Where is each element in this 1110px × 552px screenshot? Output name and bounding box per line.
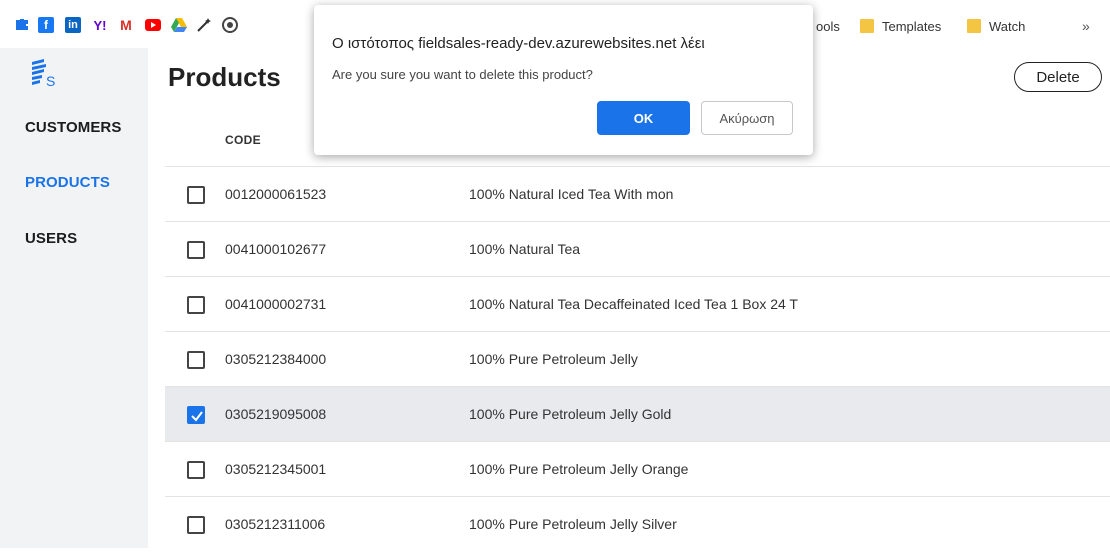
dialog-title: Ο ιστότοπος fieldsales-ready-dev.azurewe… bbox=[332, 35, 705, 52]
app-logo[interactable]: S bbox=[30, 58, 60, 92]
table-row-selected[interactable]: 0305219095008 100% Pure Petroleum Jelly … bbox=[165, 387, 1110, 442]
yahoo-icon[interactable]: Y! bbox=[92, 17, 108, 33]
bookmark-label: ools bbox=[816, 18, 840, 34]
row-checkbox[interactable] bbox=[187, 461, 205, 479]
product-code: 0305219095008 bbox=[225, 406, 327, 422]
gmail-icon[interactable]: M bbox=[118, 17, 134, 33]
bookmark-label: Templates bbox=[882, 18, 942, 34]
facebook-icon[interactable]: f bbox=[38, 17, 54, 33]
table-row[interactable]: 0305212345001 100% Pure Petroleum Jelly … bbox=[165, 442, 1110, 497]
product-code: 0012000061523 bbox=[225, 186, 327, 202]
product-code: 0305212345001 bbox=[225, 461, 327, 477]
product-code: 0041000102677 bbox=[225, 241, 327, 257]
delete-button[interactable]: Delete bbox=[1014, 62, 1102, 92]
facebook-label: f bbox=[44, 18, 48, 32]
dialog-message: Are you sure you want to delete this pro… bbox=[332, 67, 593, 82]
row-checkbox[interactable] bbox=[187, 296, 205, 314]
bookmark-folder-watch[interactable]: Watch bbox=[967, 18, 1025, 34]
bookmark-label: Watch bbox=[989, 18, 1026, 34]
magic-wand-icon[interactable] bbox=[196, 17, 212, 33]
table-row[interactable]: 0305212311006 100% Pure Petroleum Jelly … bbox=[165, 497, 1110, 552]
product-description: 100% Pure Petroleum Jelly Gold bbox=[469, 406, 672, 422]
column-header-code[interactable]: CODE bbox=[225, 133, 261, 147]
extension-icon[interactable] bbox=[14, 17, 30, 33]
yahoo-label: Y! bbox=[93, 17, 107, 33]
confirm-dialog: Ο ιστότοπος fieldsales-ready-dev.azurewe… bbox=[314, 5, 813, 155]
folder-icon bbox=[967, 19, 981, 33]
linkedin-label: in bbox=[68, 19, 78, 31]
table-row[interactable]: 0012000061523 100% Natural Iced Tea With… bbox=[165, 167, 1110, 222]
google-drive-icon[interactable] bbox=[171, 17, 187, 33]
bookmark-folder-tools[interactable]: ools bbox=[816, 18, 840, 34]
row-checkbox[interactable] bbox=[187, 351, 205, 369]
row-checkbox[interactable] bbox=[187, 241, 205, 259]
product-description: 100% Pure Petroleum Jelly bbox=[469, 351, 638, 367]
sidebar-item-users[interactable]: USERS bbox=[25, 230, 77, 247]
product-description: 100% Natural Tea Decaffeinated Iced Tea … bbox=[469, 296, 798, 312]
product-description: 100% Pure Petroleum Jelly Silver bbox=[469, 516, 677, 532]
page-title: Products bbox=[168, 62, 281, 92]
linkedin-icon[interactable]: in bbox=[65, 17, 81, 33]
product-code: 0041000002731 bbox=[225, 296, 327, 312]
product-code: 0305212384000 bbox=[225, 351, 327, 367]
chrome-icon[interactable] bbox=[222, 17, 238, 33]
table-row[interactable]: 0305212384000 100% Pure Petroleum Jelly bbox=[165, 332, 1110, 387]
sidebar-item-products[interactable]: PRODUCTS bbox=[25, 174, 110, 191]
folder-icon bbox=[860, 19, 874, 33]
checkmark-icon bbox=[191, 411, 203, 422]
cancel-button[interactable]: Ακύρωση bbox=[701, 101, 793, 135]
row-checkbox[interactable] bbox=[187, 516, 205, 534]
product-code: 0305212311006 bbox=[225, 516, 326, 532]
product-description: 100% Natural Tea bbox=[469, 241, 581, 257]
logo-letter: S bbox=[46, 73, 56, 89]
product-description: 100% Natural Iced Tea With mon bbox=[469, 186, 674, 202]
sidebar: S CUSTOMERS PRODUCTS USERS bbox=[0, 48, 148, 548]
row-checkbox[interactable] bbox=[187, 186, 205, 204]
ok-button[interactable]: OK bbox=[597, 101, 690, 135]
gmail-label: M bbox=[120, 17, 132, 33]
table-row[interactable]: 0041000002731 100% Natural Tea Decaffein… bbox=[165, 277, 1110, 332]
sidebar-item-customers[interactable]: CUSTOMERS bbox=[25, 119, 121, 136]
youtube-icon[interactable] bbox=[145, 17, 161, 33]
row-checkbox-checked[interactable] bbox=[187, 406, 205, 424]
bookmark-folder-templates[interactable]: Templates bbox=[860, 18, 941, 34]
table-row[interactable]: 0041000102677 100% Natural Tea bbox=[165, 222, 1110, 277]
product-description: 100% Pure Petroleum Jelly Orange bbox=[469, 461, 689, 477]
bookmarks-more-button[interactable]: » bbox=[1082, 18, 1090, 34]
